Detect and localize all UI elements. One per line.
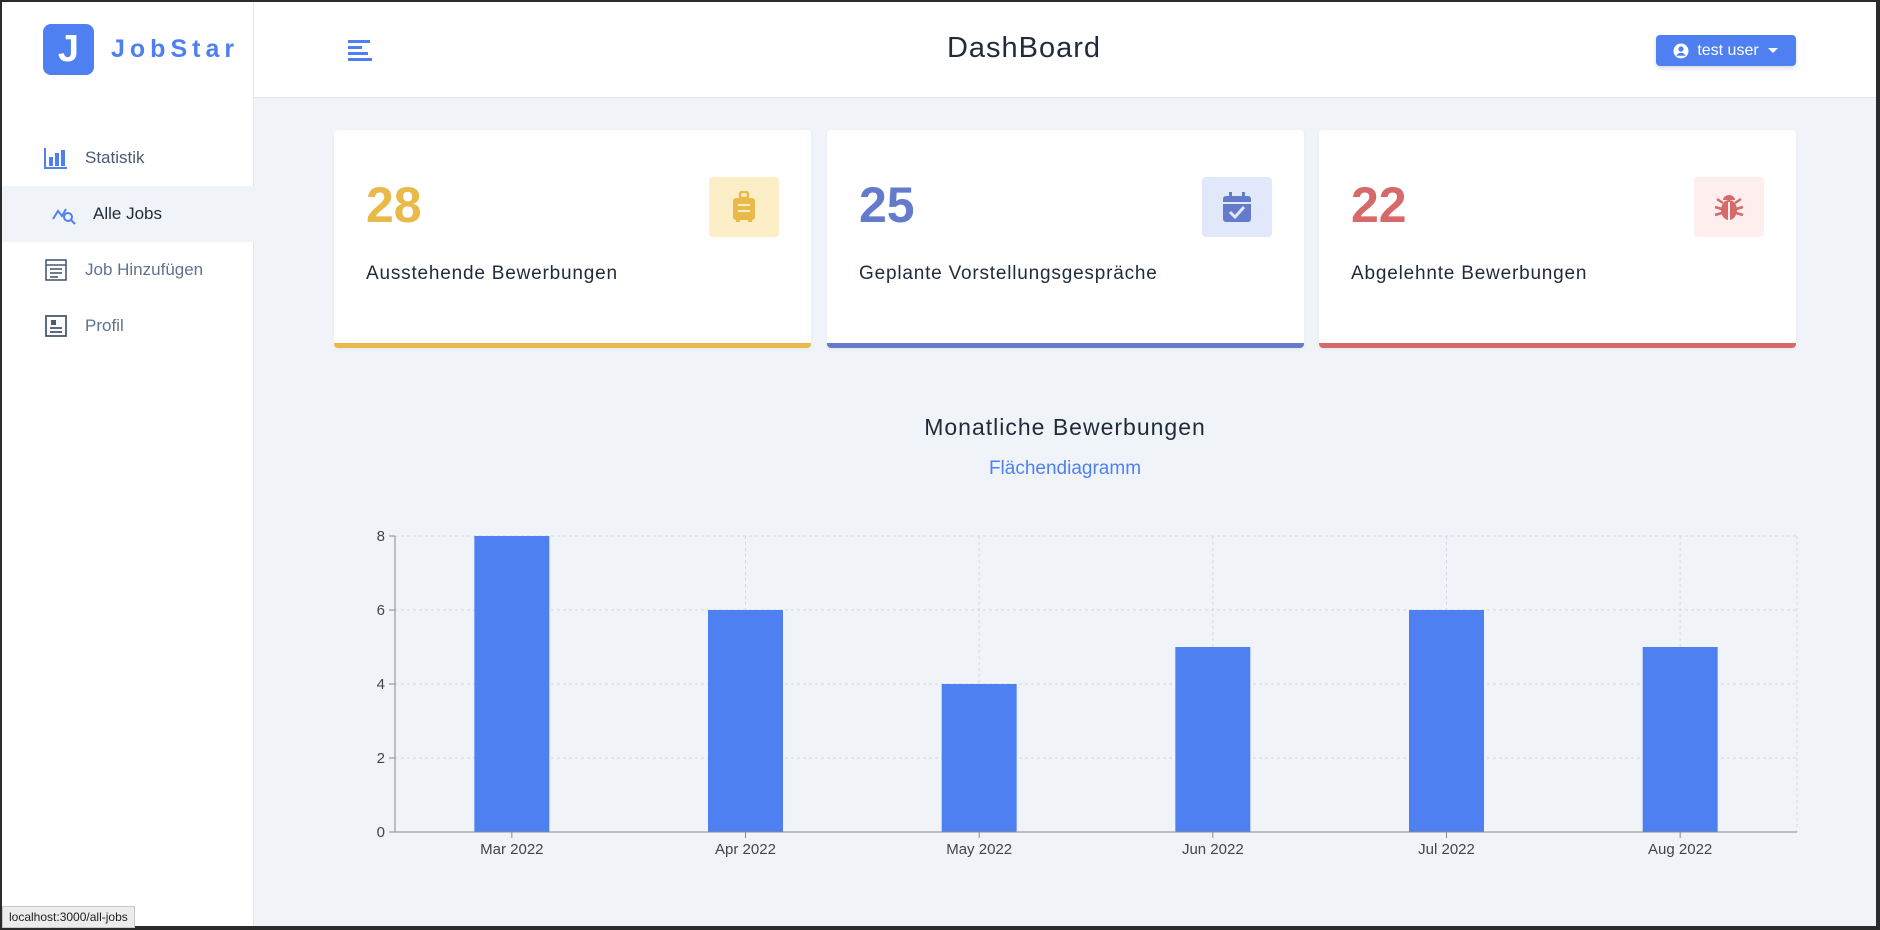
y-tick-label: 6: [377, 602, 385, 619]
chart-bar: [708, 610, 783, 832]
bar-chart: 0 2 4 6 8 Mar 2022 Apr 2022 May 2022 Jun 2022 Jul…: [377, 528, 1798, 858]
stat-label: Abgelehnte Bewerbungen: [1351, 263, 1588, 284]
chart-bar: [1175, 647, 1251, 832]
x-tick-label: Apr 2022: [715, 841, 776, 858]
stat-count: 22: [1351, 177, 1407, 233]
search-chart-icon: [52, 202, 76, 226]
sidebar-item-label: Alle Jobs: [93, 204, 162, 223]
stat-label: Geplante Vorstellungsgespräche: [859, 263, 1158, 284]
profile-card-icon: [44, 314, 68, 338]
y-tick-label: 8: [377, 528, 385, 545]
logo-mark: J: [43, 24, 94, 75]
sidebar-item-statistik[interactable]: Statistik: [2, 130, 254, 186]
monthly-applications-chart: 0 2 4 6 8 Mar 2022 Apr 2022 May 2022 Jun 2022 Jul…: [362, 522, 1802, 862]
stat-badge: [709, 177, 779, 237]
sidebar-item-label: Job Hinzufügen: [85, 260, 204, 279]
sidebar-nav: Statistik Alle Jobs Job Hinzufügen Profi…: [2, 130, 254, 354]
stat-accent-bar: [334, 343, 811, 348]
bug-icon: [1714, 195, 1744, 220]
chart-bar: [474, 536, 550, 832]
top-header: DashBoard test user: [254, 2, 1876, 98]
sidebar-item-profil[interactable]: Profil: [2, 298, 254, 354]
logo[interactable]: J JobStar: [43, 24, 239, 75]
calendar-check-icon: [1223, 192, 1251, 222]
y-tick-label: 4: [377, 676, 385, 693]
caret-down-icon: [1767, 47, 1778, 53]
stat-card-pending: 28 Ausstehende Bewerbungen: [334, 130, 811, 348]
app-window: J JobStar Statistik Alle Jobs Job Hinzuf…: [2, 2, 1876, 926]
stat-count: 28: [366, 177, 422, 233]
stat-badge: [1202, 177, 1272, 237]
status-bar-url: localhost:3000/all-jobs: [2, 906, 135, 928]
chart-type-toggle-button[interactable]: Flächendiagramm: [254, 458, 1876, 480]
stat-card-interviews: 25 Geplante Vorstellungsgespräche: [827, 130, 1304, 348]
x-tick-label: May 2022: [946, 841, 1012, 858]
chart-bar: [941, 684, 1017, 832]
x-tick-label: Aug 2022: [1648, 841, 1712, 858]
user-menu-button[interactable]: test user: [1656, 35, 1796, 66]
sidebar-item-alle-jobs[interactable]: Alle Jobs: [2, 186, 254, 242]
sidebar: J JobStar Statistik Alle Jobs Job Hinzuf…: [2, 2, 254, 926]
y-tick-label: 2: [377, 750, 385, 767]
stat-accent-bar: [1319, 343, 1796, 348]
stat-badge: [1694, 177, 1764, 237]
logo-name: JobStar: [111, 35, 240, 63]
y-tick-label: 0: [377, 824, 385, 841]
page-title: DashBoard: [946, 32, 1102, 64]
stat-accent-bar: [827, 343, 1304, 348]
x-tick-label: Jul 2022: [1418, 841, 1475, 858]
x-tick-label: Jun 2022: [1182, 841, 1244, 858]
sidebar-item-job-hinzufuegen[interactable]: Job Hinzufügen: [2, 242, 254, 298]
user-name: test user: [1697, 41, 1759, 59]
sidebar-item-label: Statistik: [85, 148, 145, 167]
x-tick-label: Mar 2022: [480, 841, 543, 858]
bar-chart-icon: [44, 146, 68, 170]
user-circle-icon: [1673, 43, 1689, 58]
form-icon: [44, 258, 68, 282]
stat-count: 25: [859, 177, 915, 233]
chart-bar: [1642, 647, 1718, 832]
suitcase-icon: [733, 191, 755, 222]
chart-title: Monatliche Bewerbungen: [924, 414, 1206, 440]
sidebar-item-label: Profil: [85, 316, 124, 335]
stat-label: Ausstehende Bewerbungen: [366, 263, 618, 284]
chart-bar: [1409, 610, 1484, 832]
stat-card-declined: 22 Abgelehnte Bewerbungen: [1319, 130, 1796, 348]
